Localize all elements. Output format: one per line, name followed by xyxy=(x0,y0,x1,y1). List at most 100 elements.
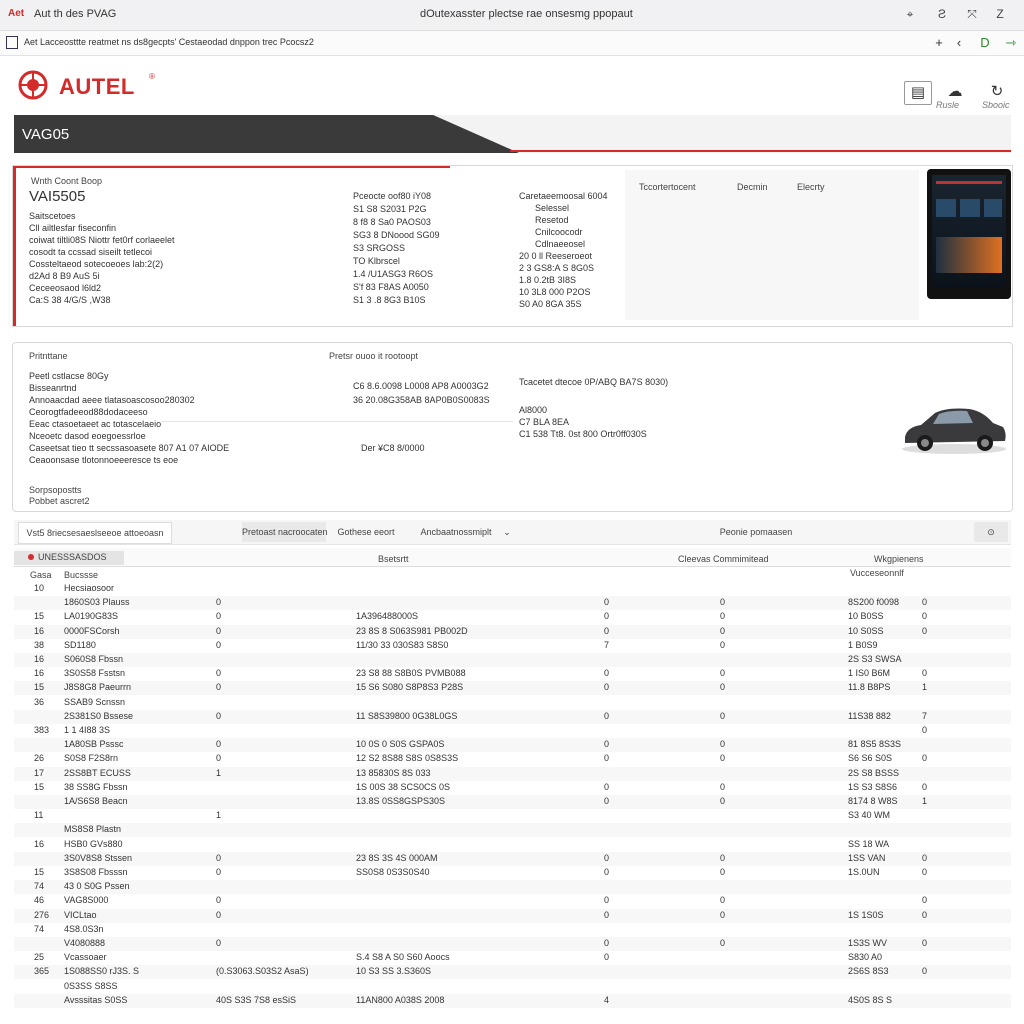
vehicle-left-item: Annoaacdad aeee tlatasoascosoo280302 xyxy=(29,395,195,405)
cell-d: 0 xyxy=(922,725,928,735)
toolbar-button-5[interactable]: Peonie pomaasen xyxy=(716,522,796,542)
cell-b: 0 xyxy=(604,668,610,679)
overview-right-item: 1.8 0.2tB 3I8S xyxy=(519,275,577,285)
table-row[interactable]: 26 S0S8 F2S8rn 0 12 S2 8S88 S8S 0S8S3S 0 0 S6 … xyxy=(14,752,1011,766)
cell-value: 11S38 882 xyxy=(848,710,891,721)
table-row[interactable]: 17 2SS8BT ECUSS 1 13 85830S 8S 033 2S S8 BSS… xyxy=(14,766,1011,781)
back-button[interactable]: ‹ xyxy=(950,33,968,53)
table-row[interactable]: 15 LA0190G83S 0 1A396488000S 0 0 10 B0SS 0 xyxy=(14,610,1011,624)
table-row[interactable]: 38 SD1180 0 11/30 33 030S83 S8S0 7 0 1 B0S9 xyxy=(14,639,1011,653)
cell-value: 1SS VAN xyxy=(848,852,886,863)
cell-name: LA0190G83S xyxy=(64,611,119,622)
close-button[interactable]: Z xyxy=(990,4,1010,24)
overview-right-item: S0 A0 8GA 35S xyxy=(519,299,582,309)
table-row[interactable]: 16 S060S8 Fbssn 2S S3 SWSA xyxy=(14,653,1011,667)
table-row[interactable]: Avsssitas S0SS 40S S3S 7S8 esSiS 11AN800 A… xyxy=(14,993,1011,1008)
cell-code: 1S 00S 38 SCS0CS 0S xyxy=(356,781,451,792)
table-row[interactable]: 3S0V8S8 Stssen 0 23 8S 3S 4S 000AM 0 0 1SS VA… xyxy=(14,851,1011,866)
cell-name: MS8S8 Plastn xyxy=(64,824,122,835)
table-row[interactable]: 1A/S6S8 Beacn 13.8S 0SS8GSPS30S 0 0 8174 8 W… xyxy=(14,795,1011,809)
cell-c: 0 xyxy=(720,796,726,806)
table-row[interactable]: 16 HSB0 GVs880 SS 18 WA xyxy=(14,838,1011,852)
doc-icon[interactable]: ▤ xyxy=(904,81,932,105)
toolbar-button-4[interactable]: Ancbaatnossmiplt xyxy=(416,522,496,542)
vehicle-right-item: Tcacetet dtecoe 0P/ABQ BA7S 8030) xyxy=(519,377,669,387)
table-row[interactable]: 383 1 1 4I88 3S 0 xyxy=(14,724,1011,738)
chevron-down-icon[interactable]: ⌄ xyxy=(500,522,514,542)
cell-a: 0 xyxy=(216,938,222,948)
table-row[interactable]: 1860S03 Plauss 0 0 0 8S200 f0098 0 xyxy=(14,596,1011,611)
tab-decmin[interactable]: Decmin xyxy=(737,182,768,192)
table-row[interactable]: 0S3SS‌ S8SS xyxy=(14,980,1011,994)
overview-left-item: cosodt ta ccssad siseilt tetlecoi xyxy=(29,247,153,257)
overview-panel: Wnth Coont Boop VAI5505 Saitscetoes Cll … xyxy=(12,165,1013,327)
toolbar-button-1[interactable]: Vst5 8riecsesaeslseeoe attoeoasn xyxy=(18,522,172,544)
table-row[interactable]: 2S381S0 Bssese 0 11 S8S39800 0G38L0GS 0 0 11S… xyxy=(14,709,1011,724)
address-text[interactable]: Aet Lacceosttte reatmet ns ds8gecpts' Ce… xyxy=(24,37,314,47)
table-row[interactable]: 365 1S088SS0 rJ3S. S (0.S3063.S03S2 AsaS) 1… xyxy=(14,965,1011,980)
table-row[interactable]: 25 Vcassoaer S.4 S8 A S0 S60 Aoocs 0 S830 A0 xyxy=(14,951,1011,965)
cell-a: 0 xyxy=(216,710,222,721)
tab-tcc[interactable]: Tccortertocent xyxy=(639,182,696,192)
forward-button[interactable]: ⇾ xyxy=(1002,33,1020,53)
subheader-2: Bucssse xyxy=(64,570,99,580)
minimize-button[interactable]: Ƨ xyxy=(932,4,952,24)
toolbar-button-3[interactable]: Gothese eeort xyxy=(336,522,396,542)
cell-a: 0 xyxy=(216,909,222,920)
table-row[interactable]: 16 0000FSCorsh 0 23 8S 8 S063S981 PB002D 0 0 1… xyxy=(14,624,1011,639)
cell-number: 10 xyxy=(34,583,45,593)
maximize-button[interactable]: ⤧ xyxy=(962,4,982,24)
cell-code: 13.8S 0SS8GSPS30S xyxy=(356,796,446,806)
cell-a: 0 xyxy=(216,611,222,622)
brand-name: AUTEL xyxy=(59,74,135,99)
cell-b: 0 xyxy=(604,867,610,877)
table-row[interactable]: 74 43 0 S0G Pssen xyxy=(14,880,1011,895)
table-header-tab[interactable]: UNESSSASDOS xyxy=(14,551,124,565)
add-button[interactable]: + xyxy=(930,33,948,53)
address-bar[interactable]: Aet Lacceosttte reatmet ns ds8gecpts' Ce… xyxy=(0,31,1024,56)
bookmark-button[interactable]: D xyxy=(976,33,994,53)
table-row[interactable]: 74 4S8.0S3n xyxy=(14,923,1011,937)
cell-value: 2S S8 BSSS xyxy=(848,767,900,778)
pin-icon[interactable]: ⌖ xyxy=(900,4,920,24)
table-row[interactable]: 276 VICLtao 0 0 0 1S 1S0S 0 xyxy=(14,908,1011,923)
cell-a: 0 xyxy=(216,739,222,750)
settings-icon[interactable]: ⊙ xyxy=(974,522,1008,542)
cell-name: Hecsiaosoor xyxy=(64,583,115,593)
tab-elecrty[interactable]: Elecrty xyxy=(797,182,825,192)
cell-number: 11 xyxy=(34,810,44,821)
app-title: Aut th des PVAG xyxy=(34,8,117,20)
overview-mid-item: S3 SRGOSS xyxy=(353,243,406,253)
table-row[interactable]: MS8S8 Plastn xyxy=(14,823,1011,838)
vehicle-left-list: Peetl cstlacse 80Gy Bisseanrtnd Annoaacd… xyxy=(29,371,229,467)
overview-mid-item: SG3 8 DNoood SG09 xyxy=(353,230,440,240)
table-body: 10 Hecsiaosoor 1860S03 Plauss 0 0 0 8S200 f009… xyxy=(14,582,1011,1024)
cell-b: 0 xyxy=(604,895,610,906)
cell-value: 81 8S5 8S3S xyxy=(848,739,902,750)
toolbar-button-2[interactable]: Pretoast nacroocaten xyxy=(242,522,328,542)
table-row[interactable]: 1A80SB Psssc 0 10 0S 0 S0S GSPA0S 0 0 81 8S5 … xyxy=(14,738,1011,753)
cell-number: 17 xyxy=(34,767,45,778)
cell-name: 3S0S58 Fsstsn xyxy=(64,668,126,679)
cloud-label: Rusle xyxy=(936,100,960,110)
cell-name: 0S3SS‌ S8SS xyxy=(64,980,118,991)
table-row[interactable]: 10 Hecsiaosoor xyxy=(14,582,1011,596)
table-row[interactable]: 16 3S0S58 Fsstsn 0 23 S8 88 S8B0S PVMB088 0 0… xyxy=(14,667,1011,681)
table-row[interactable]: 15 J8S8G8 Paeurrn 0 15 S6 S080 S8P8S3 P28S 0… xyxy=(14,681,1011,696)
table-row[interactable]: 11 1 S3 40 W‌M xyxy=(14,809,1011,823)
screen-gauge xyxy=(936,237,1002,273)
table-row[interactable]: 15 38 SS8G Fbssn 1S 00S 38 SCS0CS 0S 0 0 1S S… xyxy=(14,781,1011,795)
vehicle-left-item: Ceaoonsase tlotonnoeeeresce ts eoe xyxy=(29,455,179,465)
cell-name: Vcassoaer xyxy=(64,952,107,963)
table-row[interactable]: 15 3S8S08 Fbsssn 0 SS0S8 0S3S0S40 0 0 1S.0UN 0 xyxy=(14,866,1011,880)
table-row[interactable]: 36 SSAB9 Scnssn xyxy=(14,696,1011,710)
dtc-table: UNESSSASDOS Bsetsrtt Cleevas Commimitead… xyxy=(14,548,1011,1024)
cell-c: 0 xyxy=(720,867,726,877)
table-row[interactable]: 46 VAG8S000 0 0 0 0 xyxy=(14,894,1011,908)
overview-mid-item: 1.4 /U1ASG3 R6OS xyxy=(353,269,434,279)
table-row[interactable]: V4080888 0 0 0 1S3S W‌V 0 xyxy=(14,937,1011,951)
action-toolbar: Vst5 8riecsesaeslseeoe attoeoasn Pretoas… xyxy=(14,520,1011,545)
page-icon xyxy=(6,36,18,49)
cell-code: S.4 S8 A S0 S60 Aoocs xyxy=(356,952,450,963)
vehicle-right-item: Al8000 xyxy=(519,405,548,415)
